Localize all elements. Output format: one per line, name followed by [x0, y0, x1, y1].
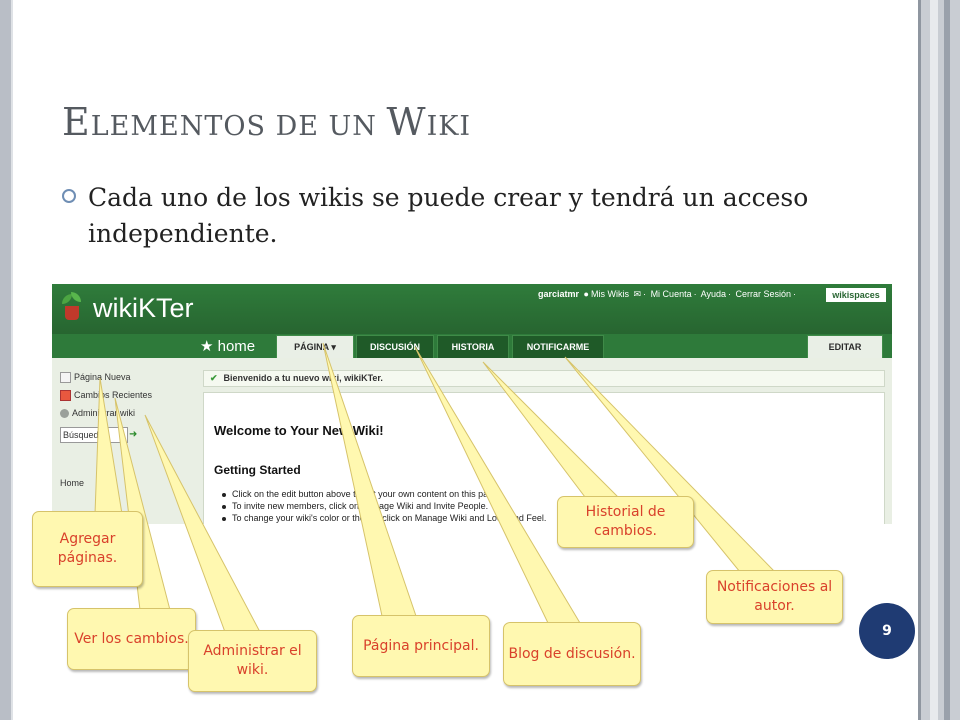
callout-notificaciones-autor: Notificaciones al autor.	[706, 570, 843, 624]
callout-pagina-principal: Página principal.	[352, 615, 490, 677]
callout-blog-discusion: Blog de discusión.	[503, 622, 641, 686]
callout-pointer	[322, 342, 417, 617]
callout-pointer	[482, 361, 620, 498]
callout-pointer	[414, 346, 581, 624]
callout-agregar-paginas: Agregar páginas.	[32, 511, 143, 587]
callout-ver-cambios: Ver los cambios.	[67, 608, 196, 670]
callout-pointer	[94, 377, 123, 515]
callout-historial-cambios: Historial de cambios.	[557, 496, 694, 548]
callout-administrar-wiki: Administrar el wiki.	[188, 630, 317, 692]
page-number-badge: 9	[859, 603, 915, 659]
